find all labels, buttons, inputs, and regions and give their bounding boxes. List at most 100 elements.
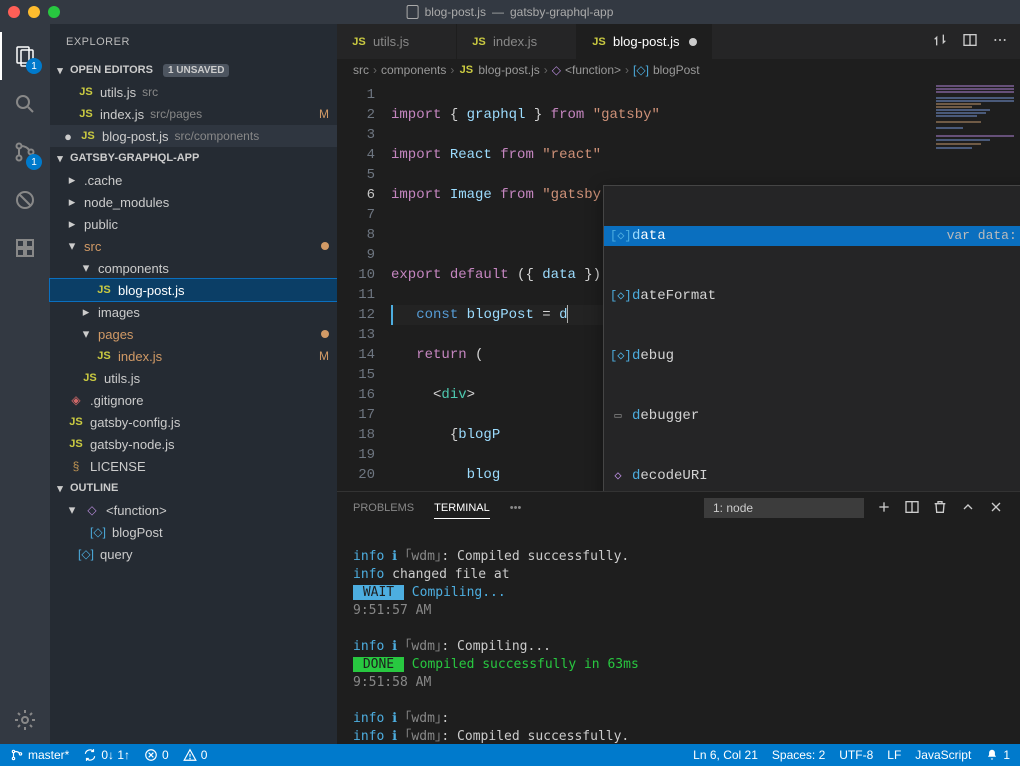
status-sync[interactable]: 0↓ 1↑ (83, 748, 130, 762)
code-body[interactable]: import { graphql } from "gatsby" import … (391, 81, 930, 491)
line-gutter: 1 2 3 4 5 6 7 8 9 10 11 12 13 14 (337, 81, 391, 491)
breadcrumb[interactable]: src› components› JS blog-post.js› ◇ <fun… (337, 59, 1020, 81)
autocomplete-item[interactable]: [◇] data var data: any i (604, 226, 1020, 246)
open-editor-item[interactable]: ● JS blog-post.js src/components (50, 125, 337, 147)
more-icon[interactable] (992, 32, 1008, 51)
activity-scm[interactable]: 1 (0, 128, 50, 176)
code-editor[interactable]: 1 2 3 4 5 6 7 8 9 10 11 12 13 14 (337, 81, 1020, 491)
crumb[interactable]: <function> (565, 63, 621, 77)
js-icon: JS (458, 64, 474, 76)
variable-icon: [◇] (610, 226, 626, 246)
outline-item[interactable]: ◇<function> (50, 499, 337, 521)
autocomplete-text: dateFormat (632, 286, 716, 306)
panel-tabs: PROBLEMS TERMINAL ••• 1: node (337, 492, 1020, 524)
js-icon: JS (471, 36, 487, 48)
dirty-dot-icon: ● (62, 129, 74, 144)
outline-item[interactable]: [◇]blogPost (50, 521, 337, 543)
autocomplete-popup[interactable]: [◇] data var data: any i [◇]dateFormat [… (603, 185, 1020, 491)
open-editor-item[interactable]: JS utils.js src (50, 81, 337, 103)
outline-header[interactable]: ▾ OUTLINE (50, 477, 337, 499)
new-terminal-icon[interactable] (876, 499, 892, 518)
activity-extensions[interactable] (0, 224, 50, 272)
status-cursor[interactable]: Ln 6, Col 21 (693, 748, 758, 762)
tree-file[interactable]: JS utils.js (50, 367, 337, 389)
tree-folder[interactable]: public (50, 213, 337, 235)
titlebar-project: gatsby-graphql-app (510, 5, 613, 19)
terminal-select[interactable]: 1: node (704, 498, 864, 518)
activity-settings[interactable] (0, 696, 50, 744)
file-tree: .cache node_modules public src component… (50, 169, 337, 477)
tree-folder[interactable]: .cache (50, 169, 337, 191)
crumb[interactable]: blogPost (653, 63, 700, 77)
method-icon: ◇ (610, 466, 626, 486)
activity-search[interactable] (0, 80, 50, 128)
tree-file[interactable]: JSblog-post.js (50, 279, 337, 301)
autocomplete-item[interactable]: ▭debugger (604, 406, 1020, 426)
compare-icon[interactable] (932, 32, 948, 51)
js-icon: JS (68, 438, 84, 450)
autocomplete-item[interactable]: [◇]debug (604, 346, 1020, 366)
tree-folder[interactable]: pages (50, 323, 337, 345)
status-language[interactable]: JavaScript (915, 748, 971, 762)
autocomplete-item[interactable]: [◇]dateFormat (604, 286, 1020, 306)
chevron-down-icon: ▾ (54, 482, 66, 495)
open-editor-item[interactable]: JS index.js src/pages M (50, 103, 337, 125)
activity-explorer[interactable]: 1 (0, 32, 50, 80)
tree-folder[interactable]: src (50, 235, 337, 257)
split-terminal-icon[interactable] (904, 499, 920, 518)
editor-tabs: JS utils.js JS index.js JS blog-post.js (337, 24, 1020, 59)
window-minimize[interactable] (28, 6, 40, 18)
terminal-body[interactable]: info ℹ ｢wdm｣: Compiled successfully. inf… (337, 524, 1020, 744)
titlebar-sep: — (492, 5, 504, 19)
status-encoding[interactable]: UTF-8 (839, 748, 873, 762)
js-icon: JS (68, 416, 84, 428)
tree-file[interactable]: §LICENSE (50, 455, 337, 477)
status-errors[interactable]: 0 (144, 748, 169, 762)
panel-tab-terminal[interactable]: TERMINAL (434, 498, 490, 519)
outline-item[interactable]: [◇]query (50, 543, 337, 565)
tree-folder[interactable]: components (50, 257, 337, 279)
editor-area: JS utils.js JS index.js JS blog-post.js (337, 24, 1020, 744)
tree-file[interactable]: JSindex.jsM (50, 345, 337, 367)
editor-tab[interactable]: JS utils.js (337, 24, 457, 59)
status-branch[interactable]: master* (10, 748, 69, 762)
autocomplete-text: debug (632, 346, 674, 366)
tree-file[interactable]: JSgatsby-node.js (50, 433, 337, 455)
close-panel-icon[interactable] (988, 499, 1004, 518)
file-name: utils.js (104, 371, 140, 386)
tree-file[interactable]: ◈.gitignore (50, 389, 337, 411)
crumb[interactable]: components (381, 63, 446, 77)
crumb[interactable]: src (353, 63, 369, 77)
outline-label: blogPost (112, 525, 163, 540)
function-icon: ◇ (84, 503, 100, 517)
scm-badge: 1 (26, 154, 42, 170)
window-maximize[interactable] (48, 6, 60, 18)
split-icon[interactable] (962, 32, 978, 51)
editor-tab[interactable]: JS blog-post.js (577, 24, 712, 59)
status-eol[interactable]: LF (887, 748, 901, 762)
trash-icon[interactable] (932, 499, 948, 518)
status-notifications[interactable]: 1 (985, 748, 1010, 762)
tree-folder[interactable]: images (50, 301, 337, 323)
activity-debug[interactable] (0, 176, 50, 224)
open-editors-header[interactable]: ▾ OPEN EDITORS 1 UNSAVED (50, 59, 337, 81)
file-name: index.js (118, 349, 162, 364)
tree-file[interactable]: JSgatsby-config.js (50, 411, 337, 433)
status-warnings[interactable]: 0 (183, 748, 208, 762)
function-icon: ◇ (552, 63, 561, 77)
tree-folder[interactable]: node_modules (50, 191, 337, 213)
file-name: blog-post.js (118, 283, 184, 298)
panel-tab-problems[interactable]: PROBLEMS (353, 498, 414, 519)
panel-tab-more[interactable]: ••• (510, 498, 522, 519)
crumb[interactable]: blog-post.js (478, 63, 539, 77)
autocomplete-item[interactable]: ◇decodeURI (604, 466, 1020, 486)
outline-label: OUTLINE (70, 482, 118, 494)
project-header[interactable]: ▾ GATSBY-GRAPHQL-APP (50, 147, 337, 169)
file-name: blog-post.js (102, 129, 168, 144)
js-icon: JS (82, 372, 98, 384)
outline-label: query (100, 547, 133, 562)
window-close[interactable] (8, 6, 20, 18)
status-spaces[interactable]: Spaces: 2 (772, 748, 825, 762)
maximize-panel-icon[interactable] (960, 499, 976, 518)
editor-tab[interactable]: JS index.js (457, 24, 577, 59)
